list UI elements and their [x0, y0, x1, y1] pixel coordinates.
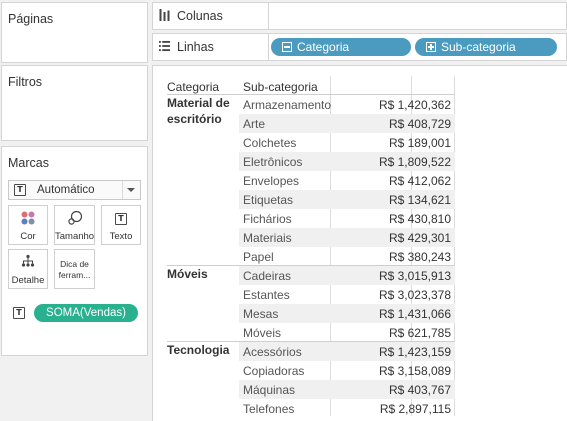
category-pill-label: Categoria: [297, 40, 350, 54]
subcategory-cell: Estantes: [243, 288, 290, 302]
marks-card: Marcas T Automático Cor Tamanho T Texto …: [1, 146, 148, 356]
table-row[interactable]: Mesas R$ 1,431,066: [239, 304, 455, 323]
sales-value-cell: R$ 408,729: [388, 117, 451, 131]
tooltip-button[interactable]: Dica de ferram...: [54, 249, 95, 289]
table-row[interactable]: Arte R$ 408,729: [239, 114, 455, 133]
filters-card[interactable]: Filtros: [1, 65, 148, 141]
subcategory-cell: Cadeiras: [243, 269, 292, 283]
columns-shelf[interactable]: Colunas: [152, 2, 567, 30]
table-row[interactable]: Envelopes R$ 412,062: [239, 171, 455, 190]
sum-sales-pill[interactable]: SOMA(Vendas): [34, 304, 138, 322]
sales-value-cell: R$ 3,015,913: [378, 269, 451, 283]
label-button-label: Texto: [109, 231, 133, 242]
sales-value-cell: R$ 3,023,378: [378, 288, 451, 302]
table-row[interactable]: Papel R$ 380,243: [239, 247, 455, 266]
collapse-icon[interactable]: [282, 42, 292, 52]
columns-shelf-label: Colunas: [177, 9, 223, 23]
sales-value-cell: R$ 3,158,089: [378, 364, 451, 378]
subcategory-cell: Mesas: [243, 307, 279, 321]
color-icon: [9, 210, 47, 228]
table-row[interactable]: Máquinas R$ 403,767: [239, 380, 455, 399]
sales-value-cell: R$ 621,785: [388, 326, 451, 340]
subcategory-pill-label: Sub-categoria: [441, 40, 516, 54]
sales-value-cell: R$ 380,243: [388, 250, 451, 264]
table-row[interactable]: Cadeiras R$ 3,015,913: [239, 266, 455, 285]
sales-value-cell: R$ 429,301: [388, 231, 451, 245]
sales-value-cell: R$ 134,621: [388, 193, 451, 207]
sales-value-cell: R$ 403,767: [388, 383, 451, 397]
subcategory-cell: Armazenamento: [243, 98, 332, 112]
table-row[interactable]: Acessórios R$ 1,423,159: [239, 342, 455, 361]
table-row[interactable]: Eletrônicos R$ 1,809,522: [239, 152, 455, 171]
size-icon: [55, 210, 94, 228]
filters-card-title: Filtros: [8, 75, 43, 89]
sales-value-cell: R$ 1,431,066: [378, 307, 451, 321]
subcategory-pill[interactable]: Sub-categoria: [415, 38, 557, 56]
rows-shelf-label: Linhas: [177, 40, 214, 54]
size-button[interactable]: Tamanho: [54, 205, 95, 245]
table-row[interactable]: Etiquetas R$ 134,621: [239, 190, 455, 209]
table-row[interactable]: Estantes R$ 3,023,378: [239, 285, 455, 304]
pages-card[interactable]: Páginas: [1, 2, 148, 63]
color-button-label: Cor: [20, 231, 36, 242]
columns-shelf-header: Colunas: [153, 3, 269, 29]
category-label-material-line1[interactable]: Material de: [167, 95, 230, 111]
sales-value-cell: R$ 1,809,522: [378, 155, 451, 169]
subcategory-cell: Telefones: [243, 402, 295, 416]
sales-value-cell: R$ 1,423,159: [378, 345, 451, 359]
size-button-label: Tamanho: [55, 231, 95, 242]
table-row[interactable]: Armazenamento R$ 1,420,362: [239, 95, 455, 114]
expand-icon[interactable]: [426, 42, 436, 52]
chevron-down-icon[interactable]: [122, 181, 138, 199]
table-row[interactable]: Móveis R$ 621,785: [239, 323, 455, 342]
subcategory-cell: Máquinas: [243, 383, 296, 397]
category-pill[interactable]: Categoria: [271, 38, 411, 56]
label-button[interactable]: T Texto: [101, 205, 141, 245]
rows-icon: [159, 40, 170, 52]
detail-icon: [9, 254, 47, 272]
subcategory-cell: Fichários: [243, 212, 292, 226]
subcategory-cell: Móveis: [243, 326, 282, 340]
subcategory-cell: Colchetes: [243, 136, 297, 150]
mark-type-label: Automático: [37, 184, 95, 196]
color-button[interactable]: Cor: [8, 205, 48, 245]
header-categoria[interactable]: Categoria: [167, 80, 219, 94]
detail-button-label: Detalhe: [11, 275, 45, 286]
table-row[interactable]: Materiais R$ 429,301: [239, 228, 455, 247]
rows-shelf[interactable]: Linhas Categoria Sub-categoria: [152, 33, 567, 61]
table-row[interactable]: Colchetes R$ 189,001: [239, 133, 455, 152]
subcategory-cell: Envelopes: [243, 174, 300, 188]
category-label-material-line2[interactable]: escritório: [167, 111, 222, 127]
table-row[interactable]: Fichários R$ 430,810: [239, 209, 455, 228]
sales-value-cell: R$ 412,062: [388, 174, 451, 188]
subcategory-cell: Papel: [243, 250, 274, 264]
sales-value-cell: R$ 2,897,115: [379, 402, 451, 416]
label-icon: T: [102, 210, 140, 228]
detail-button[interactable]: Detalhe: [8, 249, 48, 289]
table-row[interactable]: Copiadoras R$ 3,158,089: [239, 361, 455, 380]
category-label-moveis[interactable]: Móveis: [167, 266, 208, 282]
columns-icon: [159, 9, 170, 21]
rows-shelf-header: Linhas: [153, 34, 269, 60]
subcategory-cell: Etiquetas: [243, 193, 294, 207]
table-row[interactable]: Telefones R$ 2,897,115: [239, 399, 455, 418]
text-encoding-icon[interactable]: T: [13, 307, 25, 319]
sales-value-cell: R$ 430,810: [388, 212, 451, 226]
mark-type-dropdown[interactable]: T Automático: [8, 180, 141, 200]
subcategory-cell: Materiais: [243, 231, 292, 245]
subcategory-cell: Copiadoras: [243, 364, 305, 378]
crosstab-view: Categoria Sub-categoria Material de escr…: [152, 65, 567, 421]
tooltip-button-label-line1: Dica de: [60, 259, 89, 269]
header-subcategoria[interactable]: Sub-categoria: [243, 80, 318, 94]
subcategory-cell: Arte: [243, 117, 266, 131]
subcategory-cell: Acessórios: [243, 345, 302, 359]
category-label-tecnologia[interactable]: Tecnologia: [167, 342, 229, 358]
marks-card-title: Marcas: [8, 156, 49, 170]
subcategory-cell: Eletrônicos: [243, 155, 303, 169]
sales-value-cell: R$ 189,001: [388, 136, 451, 150]
sales-value-cell: R$ 1,420,362: [378, 98, 451, 112]
tooltip-button-label-line2: ferram...: [58, 270, 91, 280]
text-mark-icon: T: [14, 184, 26, 196]
pages-card-title: Páginas: [8, 12, 54, 26]
